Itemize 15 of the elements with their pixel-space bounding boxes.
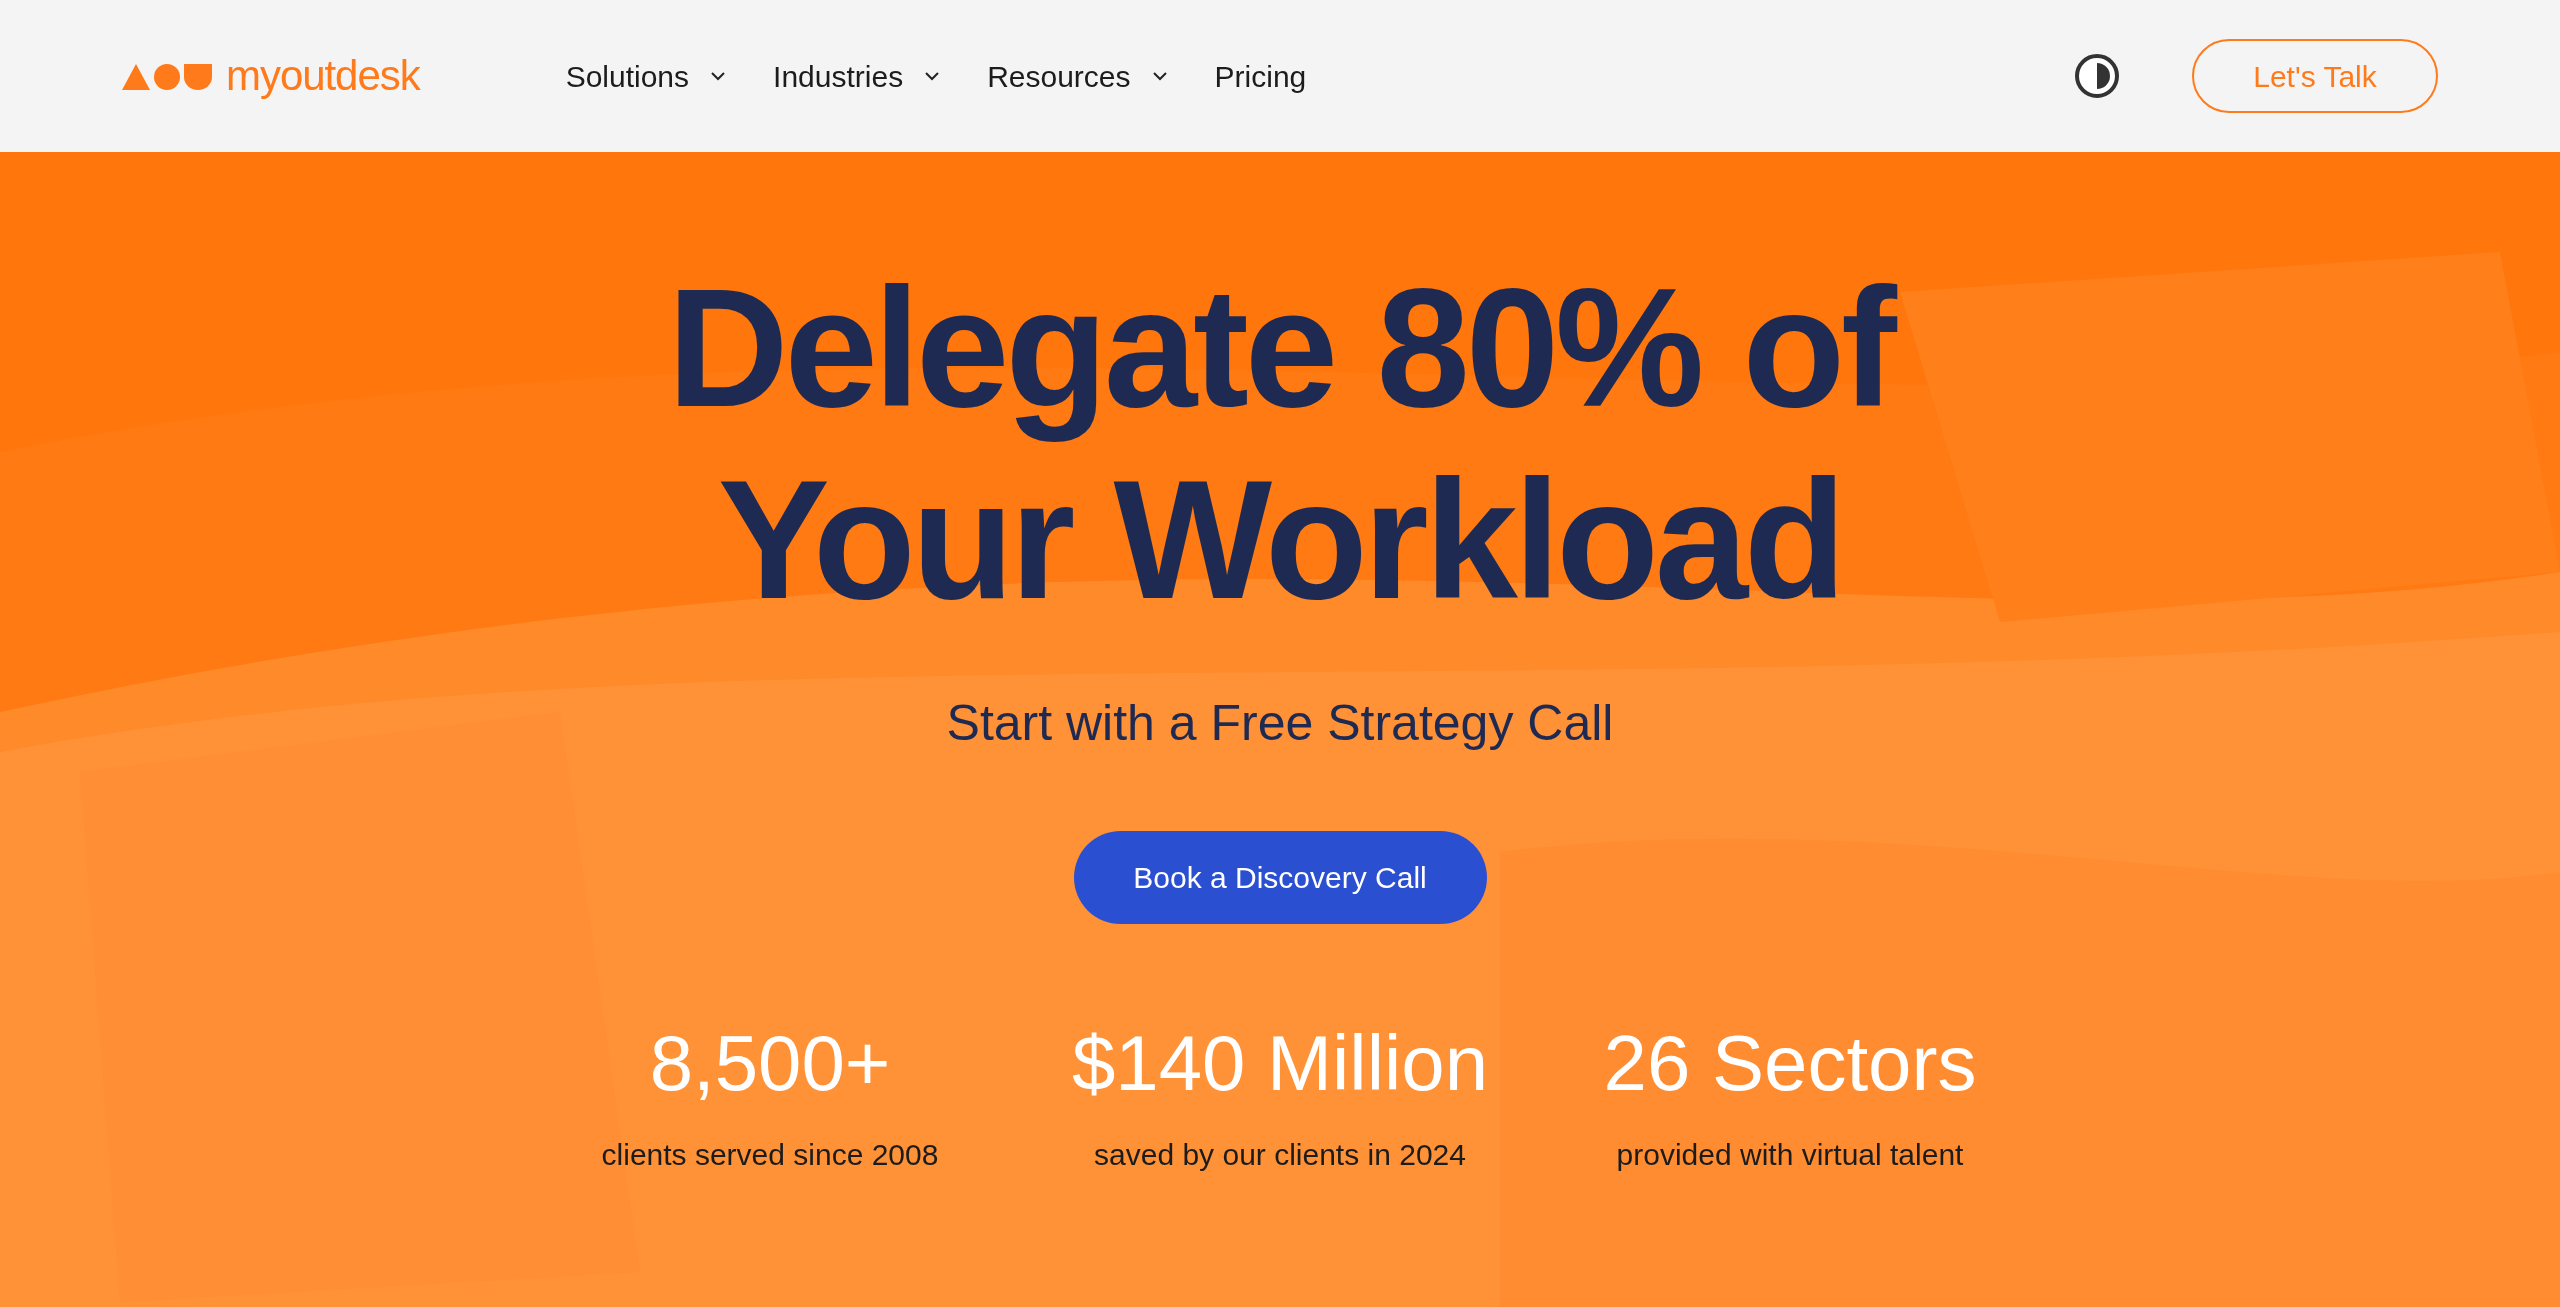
stat-value: 8,500+	[649, 1024, 891, 1102]
stat-value: $140 Million	[1071, 1024, 1489, 1102]
book-call-button[interactable]: Book a Discovery Call	[1073, 831, 1487, 924]
nav-link[interactable]: Industries	[773, 53, 904, 99]
stat-label: clients served since 2008	[601, 1137, 939, 1173]
stat-label: provided with virtual talent	[1616, 1137, 1964, 1173]
hero-subtitle: Start with a Free Strategy Call	[946, 694, 1614, 753]
nav-link[interactable]: Resources	[987, 53, 1131, 99]
stat-value: 26 Sectors	[1603, 1024, 1977, 1102]
nav-link[interactable]: Pricing	[1214, 53, 1307, 99]
stat-label: saved by our clients in 2024	[1094, 1137, 1466, 1173]
contrast-icon[interactable]	[2074, 53, 2120, 99]
logo-text: myoutdesk	[226, 55, 420, 97]
logo-icon	[122, 62, 214, 90]
nav-link[interactable]: Solutions	[565, 53, 690, 99]
